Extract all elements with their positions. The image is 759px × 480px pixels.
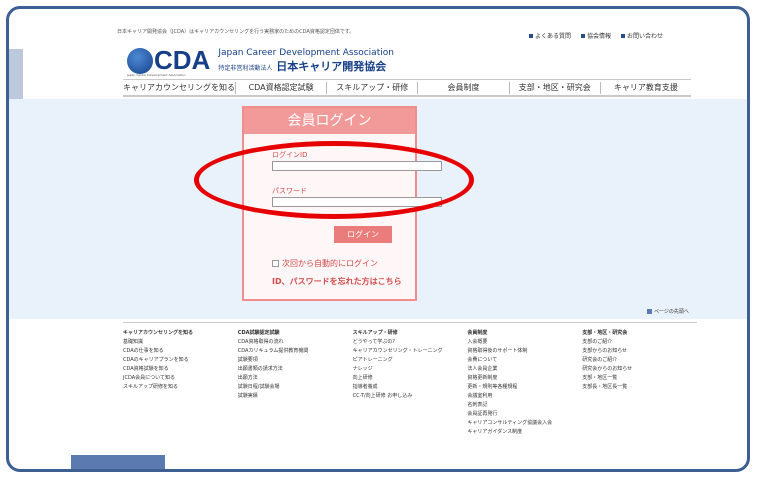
- bullet-icon: [581, 33, 586, 38]
- footer-link[interactable]: 研究会からのお知らせ: [582, 365, 697, 374]
- top-links: よくある質問 協会情報 お問い合わせ: [529, 31, 663, 40]
- footer-link[interactable]: 法人会員企業: [467, 365, 582, 374]
- highlight-ellipse: [194, 141, 474, 219]
- footer-link[interactable]: 試験実績: [238, 392, 353, 401]
- footer-col-title[interactable]: キャリアカウンセリングを知る: [123, 329, 238, 336]
- nav-item-career-education[interactable]: キャリア教育支援: [601, 82, 691, 94]
- footer-link[interactable]: 名刺表記: [467, 401, 582, 410]
- contact-link[interactable]: お問い合わせ: [621, 31, 663, 40]
- footer-link[interactable]: 支部長・地区長一覧: [582, 383, 697, 392]
- footer-link[interactable]: 会費について: [467, 356, 582, 365]
- auto-login-option[interactable]: 次回から自動的にログイン: [272, 258, 378, 269]
- footer-link[interactable]: CDAカリキュラム提供教育機関: [238, 347, 353, 356]
- footer-link[interactable]: 試験日程/試験会場: [238, 383, 353, 392]
- nav-item-branches[interactable]: 支部・地区・研究会: [510, 81, 601, 94]
- footer-col-title[interactable]: 会員制度: [467, 329, 582, 336]
- footer-link[interactable]: キャリアカウンセリング・トレーニング: [353, 347, 468, 356]
- bullet-icon: [621, 33, 626, 38]
- footer-col: 支部・地区・研究会 支部のご紹介 支部からのお知らせ 研究会のご紹介 研究会から…: [582, 329, 697, 437]
- logo-japanese: 特定非営利活動法人 日本キャリア開発協会: [218, 59, 387, 73]
- footer-divider: [123, 322, 697, 323]
- nav-item-skillup[interactable]: スキルアップ・研修: [327, 81, 419, 94]
- footer-link[interactable]: 支部からのお知らせ: [582, 347, 697, 356]
- logo-cda: CDA: [154, 45, 211, 75]
- login-button[interactable]: ログイン: [334, 226, 392, 243]
- footer-link[interactable]: JCDA会員について知る: [123, 374, 238, 383]
- footer-link[interactable]: CDA資格取得の流れ: [238, 338, 353, 347]
- bullet-icon: [529, 33, 533, 38]
- forgot-credentials-link[interactable]: ID、パスワードを忘れた方はこちら: [272, 276, 402, 287]
- footer-link[interactable]: CDA資格試験を知る: [123, 365, 238, 374]
- login-title: 会員ログイン: [244, 108, 415, 134]
- footer-link[interactable]: 向上研修: [353, 374, 468, 383]
- auto-login-label: 次回から自動的にログイン: [282, 259, 378, 268]
- globe-icon: [127, 47, 153, 74]
- footer-link[interactable]: 会員証再発行: [467, 410, 582, 419]
- footer-link[interactable]: CDAの仕事を知る: [123, 347, 238, 356]
- footer-col-title[interactable]: 支部・地区・研究会: [582, 329, 697, 336]
- page-top-label: ページの先頭へ: [654, 309, 689, 315]
- page-top-link[interactable]: ページの先頭へ: [647, 308, 689, 315]
- footer-link[interactable]: 入会概要: [467, 338, 582, 347]
- footer-link[interactable]: 支部のご紹介: [582, 338, 697, 347]
- top-note: 日本キャリア開発協会（JCDA）はキャリアカウンセリングを行う実務家のためのCD…: [117, 29, 355, 35]
- up-arrow-icon: [647, 309, 652, 314]
- footer-link[interactable]: 出願書類の請求方法: [238, 365, 353, 374]
- footer-col: スキルアップ・研修 どうやって学ぶの? キャリアカウンセリング・トレーニング ピ…: [353, 329, 468, 437]
- footer-link[interactable]: ナレッジ: [353, 365, 468, 374]
- footer-col-title[interactable]: CDA試験認定試験: [238, 329, 353, 336]
- footer-link[interactable]: 出願方法: [238, 374, 353, 383]
- footer-col: CDA試験認定試験 CDA資格取得の流れ CDAカリキュラム提供教育機関 試験要…: [238, 329, 353, 437]
- nav-item-cda-exam[interactable]: CDA資格認定試験: [236, 81, 328, 94]
- footer-link[interactable]: 指導者養成: [353, 383, 468, 392]
- footer-link[interactable]: スキルアップ研修を知る: [123, 383, 238, 392]
- faq-link[interactable]: よくある質問: [529, 31, 571, 40]
- footer-link[interactable]: CC-T/向上研修 お申し込み: [353, 392, 468, 401]
- logo-english: Japan Career Development Association: [218, 47, 394, 58]
- footer-link[interactable]: 試験要項: [238, 356, 353, 365]
- footer-link[interactable]: どうやって学ぶの?: [353, 338, 468, 347]
- footer-link[interactable]: ピアトレーニング: [353, 356, 468, 365]
- footer-col: キャリアカウンセリングを知る 基礎知識 CDAの仕事を知る CDAのキャリアプラ…: [123, 329, 238, 437]
- nav-item-know-counseling[interactable]: キャリアカウンセリングを知る: [123, 81, 236, 94]
- logo-subtext: Japan Career Development Association: [127, 73, 186, 77]
- footer-link[interactable]: 基礎知識: [123, 338, 238, 347]
- main-nav: キャリアカウンセリングを知る CDA資格認定試験 スキルアップ・研修 会員制度 …: [123, 79, 691, 97]
- bottom-tab: [71, 455, 165, 469]
- footer-link[interactable]: 資格更新制度: [467, 374, 582, 383]
- footer-sitemap: キャリアカウンセリングを知る 基礎知識 CDAの仕事を知る CDAのキャリアプラ…: [123, 329, 697, 437]
- site-logo[interactable]: CDA Japan Career Development Association…: [127, 45, 394, 77]
- footer-col-title[interactable]: スキルアップ・研修: [353, 329, 468, 336]
- footer-link[interactable]: 会議室利用: [467, 392, 582, 401]
- footer-col: 会員制度 入会概要 資格取得後のサポート体制 会費について 法人会員企業 資格更…: [467, 329, 582, 437]
- footer-link[interactable]: キャリアコンサルティング協議会入会: [467, 419, 582, 428]
- association-info-link[interactable]: 協会情報: [581, 31, 611, 40]
- footer-link[interactable]: 支部・地区一覧: [582, 374, 697, 383]
- nav-item-membership[interactable]: 会員制度: [418, 81, 510, 94]
- footer-link[interactable]: キャリアガイダンス制度: [467, 428, 582, 437]
- auto-login-checkbox[interactable]: [272, 260, 279, 267]
- window-frame: 日本キャリア開発協会（JCDA）はキャリアカウンセリングを行う実務家のためのCD…: [6, 6, 750, 472]
- footer-link[interactable]: 研究会のご紹介: [582, 356, 697, 365]
- footer-link[interactable]: 資格取得後のサポート体制: [467, 347, 582, 356]
- footer-link[interactable]: 更新・規則等各種規程: [467, 383, 582, 392]
- footer-link[interactable]: CDAのキャリアプランを知る: [123, 356, 238, 365]
